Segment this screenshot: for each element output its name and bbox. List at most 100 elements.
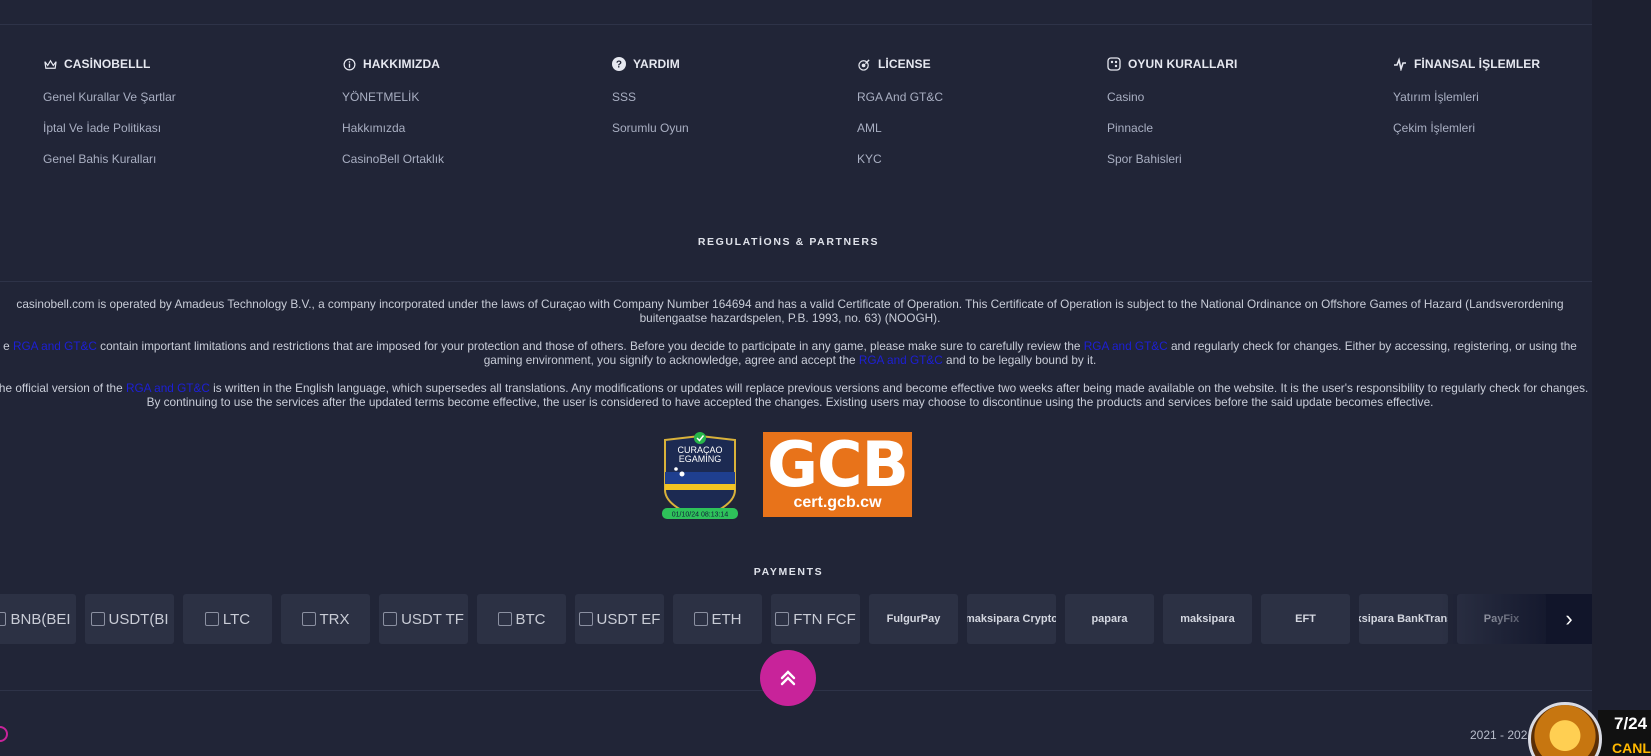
payment-method[interactable]: TRX — [281, 594, 370, 644]
payment-method-label: USDT(BI — [108, 610, 169, 628]
broken-image-icon — [0, 612, 7, 626]
payment-method-label: maksipara Crypto — [967, 613, 1056, 625]
payment-method-label: USDT TF — [401, 610, 464, 628]
info-icon — [342, 57, 356, 71]
live-support-label: CANL — [1612, 740, 1651, 756]
payment-method[interactable]: LTC — [183, 594, 272, 644]
regulations-title: REGULATİONS & PARTNERS — [697, 236, 880, 248]
footer-column-heading: FİNANSAL İŞLEMLER — [1393, 56, 1540, 72]
curacao-line2: EGAMING — [679, 454, 722, 464]
footer-link[interactable]: Casino — [1107, 90, 1237, 121]
footer-column-heading: CASİNOBELLL — [43, 56, 176, 72]
copyright-text: 2021 - 202 — [1470, 728, 1528, 742]
payment-method-label: papara — [1091, 613, 1128, 625]
payment-method-label: EFT — [1295, 613, 1316, 625]
crown-icon — [43, 57, 57, 71]
footer-column-heading: OYUN KURALLARI — [1107, 56, 1237, 72]
payment-method-label: LTC — [222, 610, 251, 628]
curacao-date: 01/10/24 08:13:14 — [672, 512, 729, 519]
question-icon: ? — [612, 57, 626, 71]
footer-column: FİNANSAL İŞLEMLER Yatırım İşlemleri Çekim … — [1393, 56, 1540, 152]
finance-icon — [1393, 57, 1407, 71]
support-icon[interactable] — [0, 726, 8, 742]
gcb-cert-badge[interactable]: GCB cert.gcb.cw — [763, 432, 912, 517]
footer-link[interactable]: KYC — [857, 152, 943, 183]
broken-image-icon — [578, 612, 593, 626]
footer-column: ? YARDIM SSS Sorumlu Oyun — [612, 56, 689, 152]
legal-text-operator: casinobell.com is operated by Amadeus Te… — [16, 297, 1564, 325]
payment-method-label: ETH — [711, 610, 742, 628]
regulations-divider — [0, 281, 1592, 282]
carousel-fade — [1440, 594, 1546, 644]
legal-text-rga: e RGA and GT&C contain important limitat… — [3, 339, 1577, 367]
scroll-to-top-button[interactable] — [760, 650, 816, 706]
footer-column: OYUN KURALLARI Casino Pinnacle Spor Bahisle… — [1107, 56, 1237, 183]
footer-link[interactable]: RGA And GT&C — [857, 90, 943, 121]
payment-method-label: maksipara BankTransfer — [1359, 613, 1448, 625]
footer-link[interactable]: Genel Kurallar Ve Şartlar — [43, 90, 176, 121]
payments-title: PAYMENTS — [753, 566, 824, 578]
payment-method[interactable]: EFT — [1261, 594, 1350, 644]
license-icon — [857, 57, 871, 71]
footer-link[interactable]: Sorumlu Oyun — [612, 121, 689, 152]
dice-icon — [1107, 57, 1121, 71]
footer-link[interactable]: Yatırım İşlemleri — [1393, 90, 1540, 121]
payment-method-label: USDT EF — [596, 610, 661, 628]
footer-link[interactable]: İptal Ve İade Politikası — [43, 121, 176, 152]
payment-method[interactable]: BNB(BEI — [0, 594, 76, 644]
broken-image-icon — [497, 612, 512, 626]
rga-link[interactable]: RGA and GT&C — [859, 353, 943, 367]
payment-method[interactable]: USDT EF — [575, 594, 664, 644]
broken-image-icon — [204, 612, 219, 626]
footer-link[interactable]: Çekim İşlemleri — [1393, 121, 1540, 152]
payment-method-label: maksipara — [1180, 613, 1235, 625]
payment-method[interactable]: maksipara Crypto — [967, 594, 1056, 644]
footer-link[interactable]: Hakkımızda — [342, 121, 444, 152]
curacao-egaming-badge[interactable]: CURAÇAO EGAMING 01/10/24 08:13:14 — [660, 432, 740, 520]
footer-link[interactable]: Spor Bahisleri — [1107, 152, 1237, 183]
broken-image-icon — [775, 612, 790, 626]
payment-method[interactable]: FulgurPay — [869, 594, 958, 644]
chevron-right-icon: › — [1565, 606, 1573, 631]
payment-method[interactable]: USDT TF — [379, 594, 468, 644]
payment-method[interactable]: papara — [1065, 594, 1154, 644]
payment-method[interactable]: FTN FCF — [771, 594, 860, 644]
payment-method[interactable]: maksipara BankTransfer — [1359, 594, 1448, 644]
footer-column-heading: HAKKIMIZDA — [342, 56, 444, 72]
payment-method-label: TRX — [319, 610, 350, 628]
payment-method[interactable]: ETH — [673, 594, 762, 644]
footer-column-heading: LİCENSE — [857, 56, 943, 72]
footer-link[interactable]: Pinnacle — [1107, 121, 1237, 152]
rga-link[interactable]: RGA and GT&C — [1084, 339, 1168, 353]
double-chevron-up-icon — [780, 670, 796, 686]
live-support-hours: 7/24 — [1614, 714, 1648, 733]
payment-method[interactable]: BTC — [477, 594, 566, 644]
payment-method-label: BNB(BEI — [10, 610, 71, 628]
footer-column: HAKKIMIZDA YÖNETMELİK Hakkımızda CasinoBell… — [342, 56, 444, 183]
legal-text-official: The official version of the RGA and GT&C… — [0, 381, 1589, 409]
footer-link[interactable]: AML — [857, 121, 943, 152]
footer-link[interactable]: YÖNETMELİK — [342, 90, 444, 121]
footer-column: LİCENSE RGA And GT&C AML KYC — [857, 56, 943, 183]
footer-column-title: LİCENSE — [878, 57, 931, 71]
footer-link[interactable]: Genel Bahis Kuralları — [43, 152, 176, 183]
svg-text:?: ? — [616, 60, 622, 71]
page-scrollbar-track[interactable] — [1592, 0, 1651, 756]
footer-column-title: YARDIM — [633, 57, 680, 71]
broken-image-icon — [301, 612, 316, 626]
broken-image-icon — [383, 612, 398, 626]
footer-column-heading: ? YARDIM — [612, 56, 689, 72]
payment-method-label: BTC — [515, 610, 546, 628]
rga-link[interactable]: RGA and GT&C — [13, 339, 97, 353]
payment-method[interactable]: maksipara — [1163, 594, 1252, 644]
footer-column-title: OYUN KURALLARI — [1128, 57, 1238, 71]
rga-link[interactable]: RGA and GT&C — [126, 381, 210, 395]
footer-column: CASİNOBELLL Genel Kurallar Ve Şartlar İpta… — [43, 56, 176, 183]
carousel-next-button[interactable]: › — [1546, 594, 1592, 644]
footer-column-title: CASİNOBELLL — [64, 57, 151, 71]
footer-link[interactable]: CasinoBell Ortaklık — [342, 152, 444, 183]
footer-link[interactable]: SSS — [612, 90, 689, 121]
payments-carousel: BNB(BEI USDT(BI LTC TRX USDT TF BTC USDT EF ETH… — [0, 594, 1592, 644]
payment-method[interactable]: USDT(BI — [85, 594, 174, 644]
broken-image-icon — [90, 612, 105, 626]
